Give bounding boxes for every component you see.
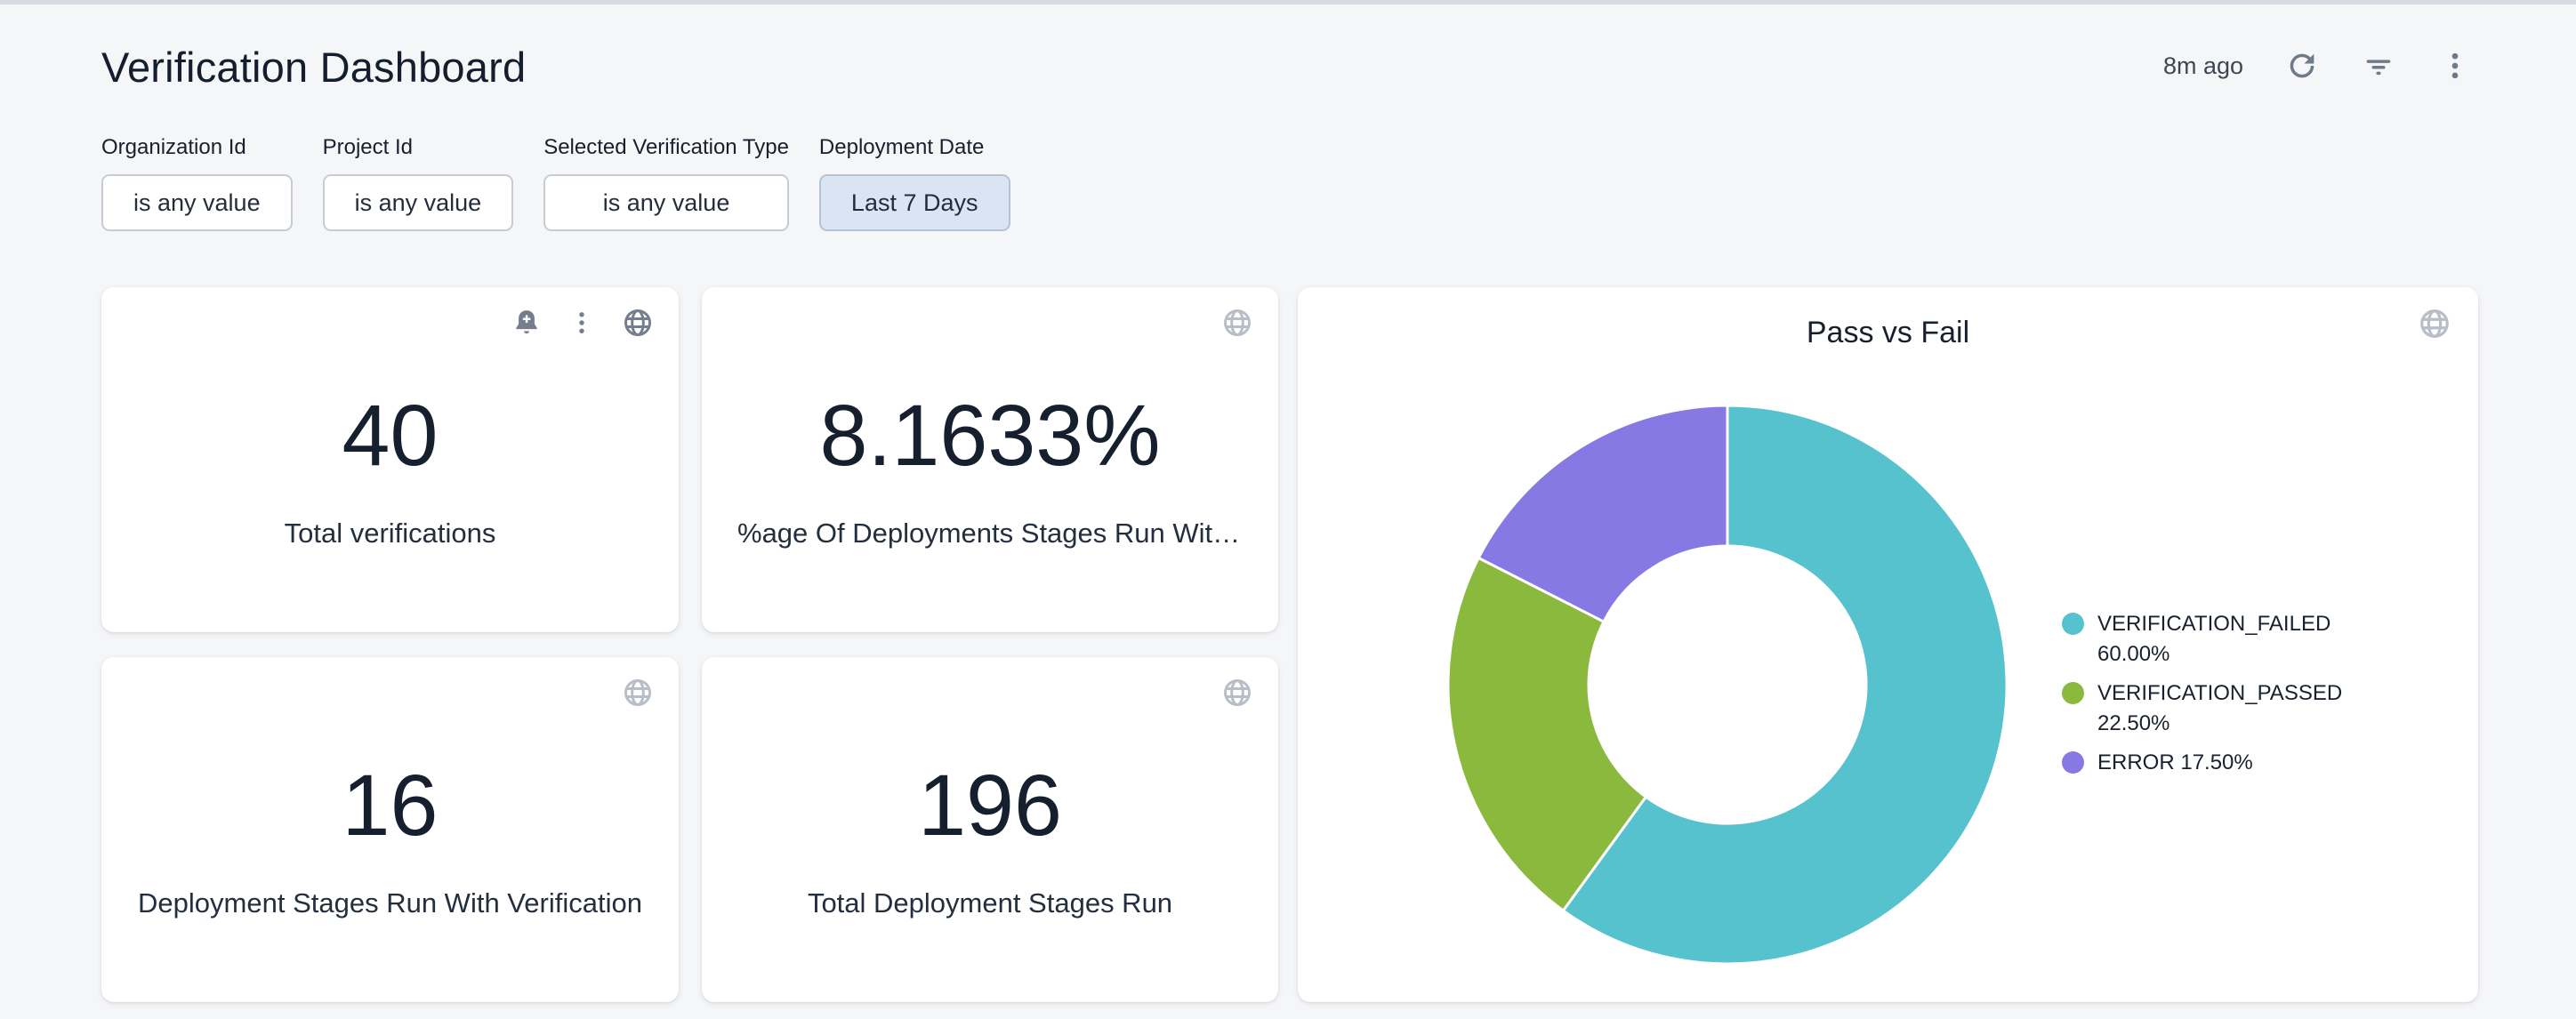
filter-deployment-date: Deployment Date Last 7 Days — [819, 135, 1010, 231]
chart-title: Pass vs Fail — [1298, 316, 2478, 350]
pass-vs-fail-chart-card: Pass vs Fail VERIFICATION_FAILED 60.00%V… — [1298, 287, 2478, 1002]
tile-total-verifications: 40 Total verifications — [101, 287, 679, 632]
filter-organization-id: Organization Id is any value — [101, 135, 293, 231]
filter-button[interactable] — [2361, 48, 2396, 84]
legend-label: VERIFICATION_FAILED 60.00% — [2097, 609, 2355, 670]
tile-label: Total Deployment Stages Run — [808, 887, 1172, 919]
tile-value: 196 — [918, 762, 1062, 848]
tile-total-deployment-stages-run: 196 Total Deployment Stages Run — [702, 657, 1278, 1002]
page-title: Verification Dashboard — [101, 43, 2473, 92]
kebab-menu-icon — [2437, 48, 2473, 84]
tile-stages-run-with-verification: 16 Deployment Stages Run With Verificati… — [101, 657, 679, 1002]
filter-value-button-verification-type[interactable]: is any value — [543, 174, 789, 231]
tile-actions — [1221, 677, 1253, 709]
bell-plus-icon — [511, 308, 542, 338]
globe-icon — [1221, 307, 1253, 339]
tile-pct-stages-with-verification: 8.1633% %age Of Deployments Stages Run W… — [702, 287, 1278, 632]
filter-icon — [2361, 48, 2396, 84]
tile-value: 8.1633% — [820, 392, 1161, 478]
filter-label: Project Id — [323, 135, 514, 160]
tile-value: 40 — [342, 392, 439, 478]
explore-button[interactable] — [2418, 307, 2451, 341]
header-actions: 8m ago — [2163, 48, 2473, 84]
refresh-icon — [2284, 48, 2320, 84]
tile-actions — [1221, 307, 1253, 339]
legend-item-error[interactable]: ERROR 17.50% — [2062, 748, 2355, 778]
top-border-strip — [0, 0, 2576, 4]
tile-menu-button[interactable] — [567, 308, 597, 338]
tile-label: Deployment Stages Run With Verification — [138, 887, 642, 919]
explore-button[interactable] — [622, 307, 654, 339]
explore-button[interactable] — [622, 677, 654, 709]
last-updated-text: 8m ago — [2163, 52, 2243, 80]
tile-label: Total verifications — [285, 518, 496, 550]
explore-button[interactable] — [1221, 307, 1253, 339]
globe-icon — [622, 677, 654, 709]
explore-button[interactable] — [1221, 677, 1253, 709]
globe-icon — [622, 307, 654, 339]
filter-label: Selected Verification Type — [543, 135, 789, 160]
legend-item-verification_passed[interactable]: VERIFICATION_PASSED 22.50% — [2062, 678, 2355, 739]
alert-button[interactable] — [511, 308, 542, 338]
globe-icon — [1221, 677, 1253, 709]
refresh-button[interactable] — [2284, 48, 2320, 84]
tile-label: %age Of Deployments Stages Run With V... — [737, 518, 1243, 550]
tile-actions — [511, 307, 654, 339]
filter-project-id: Project Id is any value — [323, 135, 514, 231]
dashboard-grid: 40 Total verifications 8.1633% %age Of D… — [101, 287, 2478, 1002]
legend-dot — [2062, 751, 2084, 774]
chart-legend: VERIFICATION_FAILED 60.00% VERIFICATION_P… — [2062, 609, 2355, 778]
filter-value-button-deployment-date[interactable]: Last 7 Days — [819, 174, 1010, 231]
legend-label: VERIFICATION_PASSED 22.50% — [2097, 678, 2355, 739]
kebab-menu-icon — [567, 308, 597, 338]
tile-value: 16 — [342, 762, 439, 848]
dashboard-header: Verification Dashboard 8m ago — [101, 43, 2473, 105]
dashboard-menu-button[interactable] — [2437, 48, 2473, 84]
globe-icon — [2418, 307, 2451, 341]
legend-item-verification_failed[interactable]: VERIFICATION_FAILED 60.00% — [2062, 609, 2355, 670]
filter-verification-type: Selected Verification Type is any value — [543, 135, 789, 231]
donut-chart[interactable] — [1445, 402, 2010, 967]
filter-bar: Organization Id is any value Project Id … — [101, 135, 1010, 231]
filter-label: Deployment Date — [819, 135, 1010, 160]
filter-label: Organization Id — [101, 135, 293, 160]
filter-value-button-project-id[interactable]: is any value — [323, 174, 514, 231]
legend-dot — [2062, 682, 2084, 704]
legend-label: ERROR 17.50% — [2097, 748, 2253, 778]
legend-dot — [2062, 613, 2084, 635]
filter-value-button-organization-id[interactable]: is any value — [101, 174, 293, 231]
tile-actions — [622, 677, 654, 709]
